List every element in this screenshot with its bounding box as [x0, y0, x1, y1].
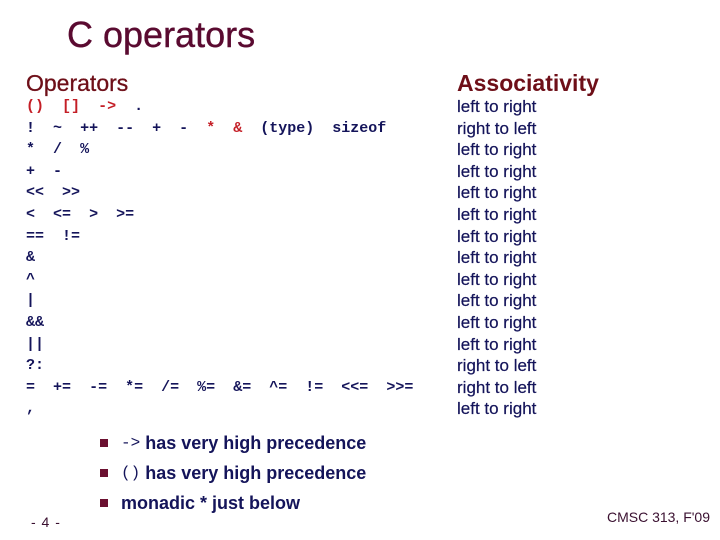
course-footer: CMSC 313, F'09: [606, 509, 710, 525]
note-item: monadic * just below: [100, 488, 366, 518]
operator: /: [53, 141, 63, 159]
operator: ?:: [26, 357, 45, 375]
associativity-value: left to right: [457, 183, 537, 203]
operator: *=: [125, 378, 144, 396]
operator-highlighted: &: [233, 119, 243, 137]
associativity-value: left to right: [457, 248, 537, 268]
operator: -: [179, 119, 189, 137]
operator-highlighted: (): [26, 98, 45, 115]
note-text: monadic * just below: [121, 493, 301, 513]
operator: +: [26, 162, 36, 180]
operator: <=: [53, 205, 72, 223]
operator: >=: [116, 205, 135, 223]
operator: ==: [26, 227, 45, 245]
note-item: -> has very high precedence: [100, 428, 366, 458]
operator: <<: [26, 184, 45, 202]
operator: &&: [26, 313, 45, 331]
operator-row: ,: [26, 398, 413, 420]
operator-highlighted: []: [62, 98, 81, 115]
associativity-value: left to right: [457, 140, 537, 160]
operator-row: * / %: [26, 139, 413, 161]
operator: /=: [161, 378, 180, 396]
operators-list: () [] -> .! ~ ++ -- + - * & (type) sizeo…: [26, 96, 413, 420]
operator: !=: [62, 227, 81, 245]
operator-highlighted: *: [206, 119, 216, 137]
associativity-value: left to right: [457, 226, 537, 246]
associativity-value: left to right: [457, 204, 537, 224]
square-bullet-icon: [100, 499, 108, 507]
operator: ,: [26, 400, 36, 418]
operator: ~: [53, 119, 63, 137]
operator-row: = += -= *= /= %= &= ^= != <<= >>=: [26, 377, 413, 399]
operator: +: [152, 119, 162, 137]
operator: >>: [62, 184, 81, 202]
operator-row: ?:: [26, 355, 413, 377]
associativity-heading: Associativity: [457, 70, 599, 96]
operator-row: << >>: [26, 182, 413, 204]
operator-row: () [] -> .: [26, 96, 413, 118]
operator: &=: [233, 378, 252, 396]
associativity-value: right to left: [457, 377, 537, 397]
operator-row: ^: [26, 269, 413, 291]
operator: <: [26, 205, 36, 223]
operator-row: |: [26, 290, 413, 312]
operator: <<=: [341, 378, 369, 396]
operator-row: ! ~ ++ -- + - * & (type) sizeof: [26, 118, 413, 140]
square-bullet-icon: [100, 469, 108, 477]
operator: >>=: [386, 378, 414, 396]
note-code: ->: [121, 434, 141, 452]
operator-highlighted: ->: [98, 98, 117, 115]
operator: (type): [260, 119, 315, 137]
associativity-value: right to left: [457, 356, 537, 376]
operator: =: [26, 378, 36, 396]
operator: ||: [26, 335, 45, 353]
associativity-value: left to right: [457, 312, 537, 332]
operator: %=: [197, 378, 216, 396]
note-code: (): [121, 464, 141, 482]
associativity-value: left to right: [457, 334, 537, 354]
operator: !=: [305, 378, 324, 396]
operator-row: + -: [26, 161, 413, 183]
operator: -: [53, 162, 63, 180]
associativity-value: right to left: [457, 118, 537, 138]
operator: &: [26, 249, 36, 267]
operator-row: ||: [26, 334, 413, 356]
operator: ^: [26, 270, 36, 288]
operator-row: < <= > >=: [26, 204, 413, 226]
operator-row: == !=: [26, 226, 413, 248]
operator: !: [26, 119, 36, 137]
slide: C operators Operators Associativity () […: [0, 0, 720, 540]
operator: sizeof: [332, 119, 387, 137]
operator: +=: [53, 378, 72, 396]
operator: %: [80, 141, 90, 159]
operators-heading: Operators: [26, 70, 129, 96]
page-number: - 4 -: [31, 514, 61, 530]
operator: ++: [80, 119, 99, 137]
associativity-value: left to right: [457, 97, 537, 116]
operator: -=: [89, 378, 108, 396]
note-item: () has very high precedence: [100, 458, 366, 488]
associativity-value: left to right: [457, 161, 537, 181]
associativity-value: left to right: [457, 399, 537, 419]
operator: .: [134, 98, 144, 115]
slide-title: C operators: [67, 14, 256, 55]
operator: *: [26, 141, 36, 159]
operator: ^=: [269, 378, 288, 396]
associativity-value: left to right: [457, 269, 537, 289]
operator: --: [116, 119, 135, 137]
square-bullet-icon: [100, 439, 108, 447]
operator-row: &: [26, 247, 413, 269]
operator: >: [89, 205, 99, 223]
note-text: has very high precedence: [140, 463, 367, 483]
associativity-value: left to right: [457, 291, 537, 311]
operator: |: [26, 292, 36, 310]
notes-list: -> has very high precedence() has very h…: [100, 428, 366, 518]
note-text: has very high precedence: [140, 433, 367, 453]
operator-row: &&: [26, 312, 413, 334]
associativity-list: left to right right to left left to right l…: [457, 96, 537, 420]
